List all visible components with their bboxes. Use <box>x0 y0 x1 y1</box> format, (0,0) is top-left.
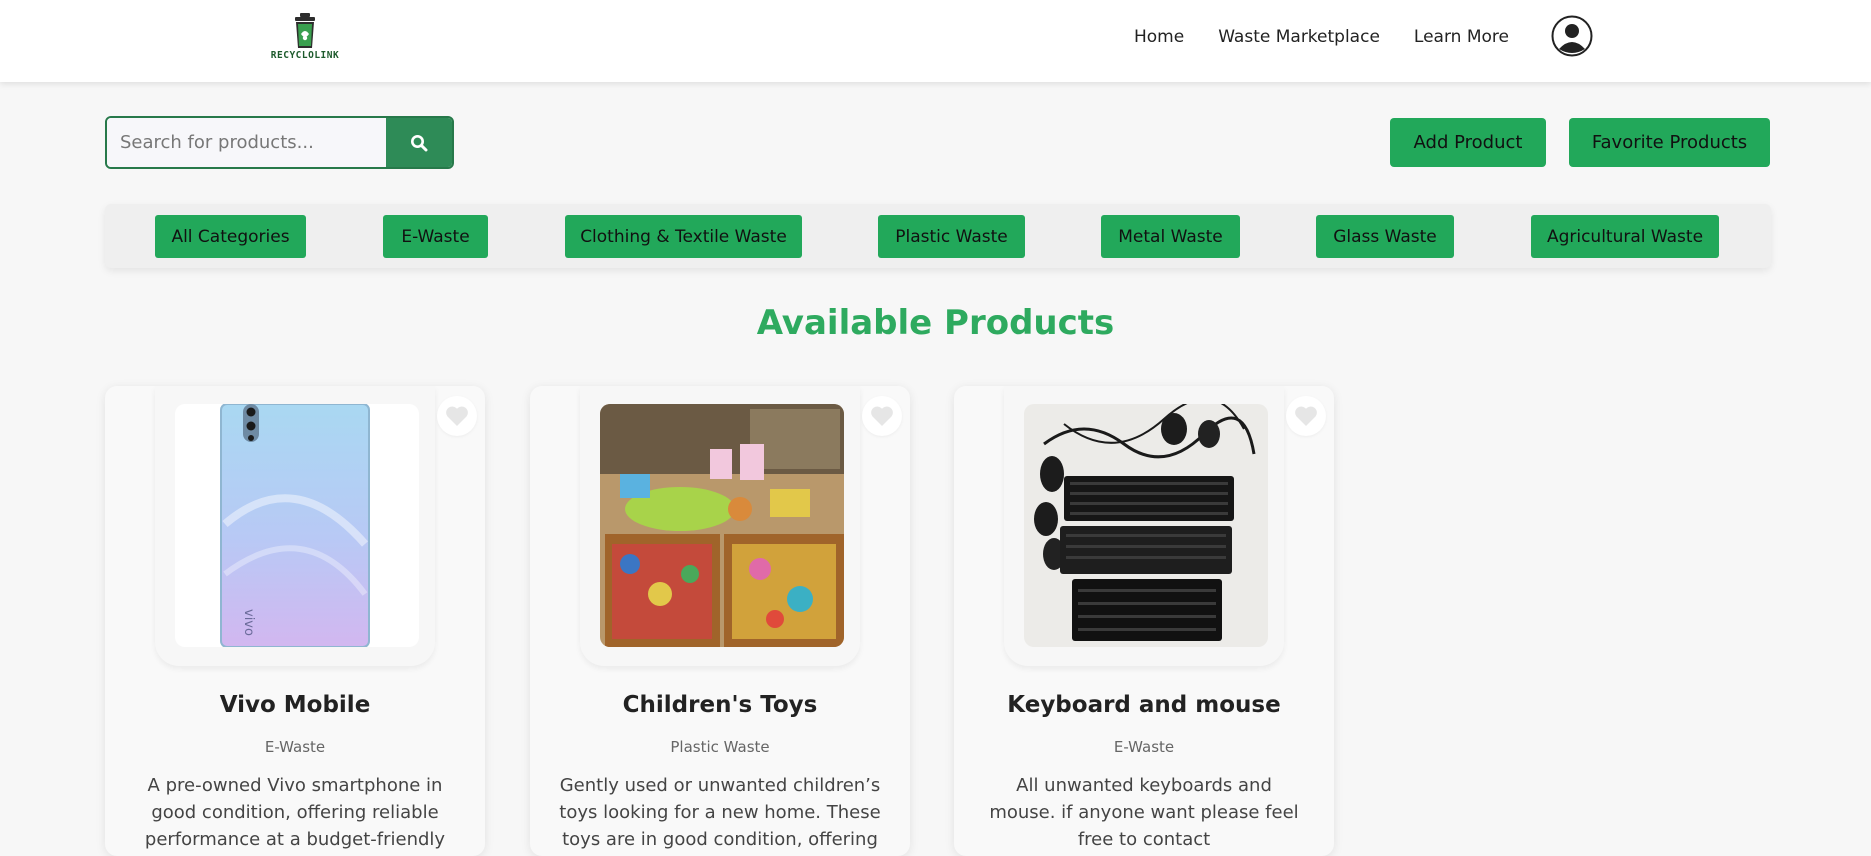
section-title: Available Products <box>756 303 1115 343</box>
recycle-bin-icon <box>295 13 315 48</box>
product-category: E-Waste <box>264 738 326 756</box>
category-clothing-textile[interactable]: Clothing & Textile Waste <box>565 215 802 258</box>
category-all[interactable]: All Categories <box>155 215 306 258</box>
product-category: Plastic Waste <box>670 738 770 756</box>
toys-image <box>600 404 844 647</box>
product-title: Keyboard and mouse <box>1007 692 1281 718</box>
heart-icon <box>446 406 468 426</box>
nav-link-home[interactable]: Home <box>1134 25 1184 49</box>
nav-link-waste-marketplace[interactable]: Waste Marketplace <box>1218 25 1380 49</box>
product-image-frame: vivo <box>155 386 435 666</box>
nav-links: Home Waste Marketplace Learn More <box>1134 25 1543 49</box>
brand-logo[interactable]: RECYCLOLINK <box>266 12 344 62</box>
product-description: All unwanted keyboards and mouse. if any… <box>989 775 1299 850</box>
search-input[interactable] <box>107 118 386 167</box>
heart-icon <box>871 406 893 426</box>
category-metal[interactable]: Metal Waste <box>1101 215 1240 258</box>
category-filter-bar: All Categories E-Waste Clothing & Textil… <box>105 204 1771 268</box>
search-button[interactable] <box>385 118 452 167</box>
search-bar <box>105 116 454 169</box>
category-plastic[interactable]: Plastic Waste <box>878 215 1025 258</box>
search-icon <box>410 134 428 151</box>
product-description: Gently used or unwanted children’s toys … <box>559 775 881 850</box>
product-description: A pre-owned Vivo smartphone in good cond… <box>144 775 446 850</box>
svg-text:vivo: vivo <box>241 609 256 636</box>
product-image-frame <box>580 386 860 666</box>
category-glass[interactable]: Glass Waste <box>1316 215 1454 258</box>
product-card[interactable]: Children's Toys Plastic Waste Gently use… <box>530 386 910 856</box>
product-category: E-Waste <box>1113 738 1175 756</box>
product-card[interactable]: Keyboard and mouse E-Waste All unwanted … <box>954 386 1334 856</box>
add-product-button[interactable]: Add Product <box>1390 118 1546 167</box>
phone-image: vivo <box>175 404 419 647</box>
nav-link-learn-more[interactable]: Learn More <box>1414 25 1509 49</box>
product-card[interactable]: vivo Vivo Mobile E-Waste A pre-owned Viv… <box>105 386 485 856</box>
product-title: Children's Toys <box>622 692 818 718</box>
product-image-frame <box>1004 386 1284 666</box>
heart-icon <box>1295 406 1317 426</box>
keyboards-image <box>1024 404 1268 647</box>
favorite-products-button[interactable]: Favorite Products <box>1569 118 1770 167</box>
product-title: Vivo Mobile <box>219 692 371 718</box>
category-agricultural[interactable]: Agricultural Waste <box>1531 215 1719 258</box>
favorite-toggle[interactable] <box>1286 396 1326 436</box>
favorite-toggle[interactable] <box>862 396 902 436</box>
profile-button[interactable] <box>1551 15 1593 57</box>
category-e-waste[interactable]: E-Waste <box>383 215 488 258</box>
favorite-toggle[interactable] <box>437 396 477 436</box>
brand-logo-text: RECYCLOLINK <box>270 50 340 61</box>
user-circle-icon <box>1551 15 1593 57</box>
top-navbar: RECYCLOLINK Home Waste Marketplace Learn… <box>0 0 1871 82</box>
